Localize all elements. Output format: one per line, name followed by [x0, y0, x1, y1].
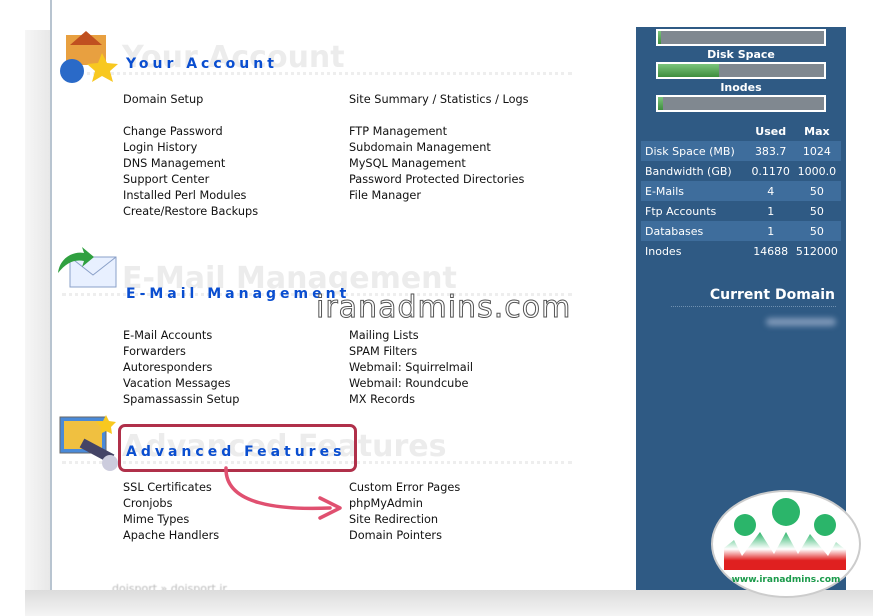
iranadmins-logo: www.iranadmins.com — [711, 490, 861, 598]
svg-text:www.iranadmins.com: www.iranadmins.com — [732, 575, 841, 585]
watermark: iranadmins.com — [315, 290, 572, 326]
